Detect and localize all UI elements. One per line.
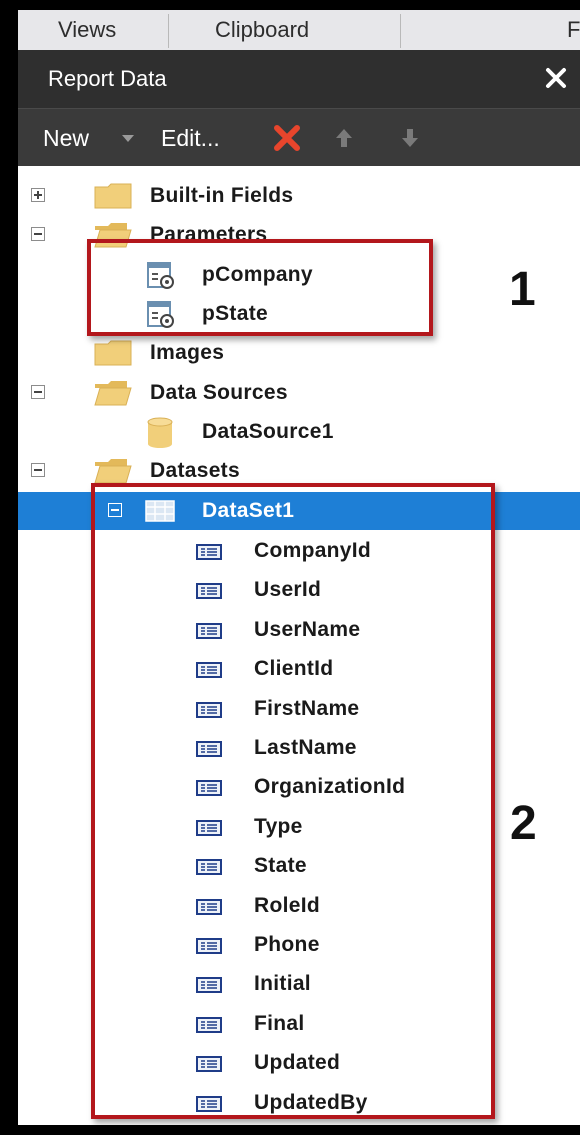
ribbon-tab-clipboard[interactable]: Clipboard <box>215 10 309 50</box>
move-down-icon[interactable] <box>400 127 420 149</box>
annotation-marker-1: 1 <box>509 263 536 316</box>
folder-open-icon <box>94 381 132 406</box>
annotation-box-2 <box>91 483 495 1119</box>
edit-button[interactable]: Edit... <box>161 109 220 167</box>
panel-toolbar: New Edit... <box>18 108 580 167</box>
tree-node-data-sources[interactable]: Data Sources <box>18 374 580 412</box>
tree-node-data-source[interactable]: DataSource1 <box>18 413 580 451</box>
ribbon-divider <box>168 14 169 48</box>
collapse-icon[interactable] <box>31 385 45 399</box>
panel-title: Report Data <box>48 66 167 91</box>
expand-icon[interactable] <box>31 188 45 202</box>
folder-icon <box>94 340 132 366</box>
tree-node-images[interactable]: Images <box>18 334 580 372</box>
ribbon-divider <box>400 14 401 48</box>
annotation-box-1 <box>87 239 433 336</box>
new-button[interactable]: New <box>43 109 89 167</box>
tree-node-label: Data Sources <box>150 381 288 404</box>
delete-icon[interactable] <box>272 123 302 153</box>
collapse-icon[interactable] <box>31 463 45 477</box>
annotation-marker-2: 2 <box>510 797 537 850</box>
folder-icon <box>94 183 132 209</box>
ribbon-tab-partial[interactable]: F <box>567 10 580 50</box>
collapse-icon[interactable] <box>31 227 45 241</box>
tree-node-label: Images <box>150 341 225 364</box>
folder-open-icon <box>94 459 132 484</box>
report-data-tree: Built-in Fields Parameters pCompany pSta… <box>18 166 580 1125</box>
database-icon <box>147 417 173 448</box>
report-data-panel: Views Clipboard F Report Data New Edit..… <box>18 10 580 1125</box>
panel-title-bar: Report Data <box>18 50 580 108</box>
ribbon-tab-views[interactable]: Views <box>58 10 116 50</box>
move-up-icon[interactable] <box>334 127 354 149</box>
app-window: Views Clipboard F Report Data New Edit..… <box>0 0 580 1135</box>
tree-node-label: Built-in Fields <box>150 184 294 207</box>
tree-node-built-in-fields[interactable]: Built-in Fields <box>18 177 580 215</box>
tree-node-label: DataSource1 <box>202 420 334 443</box>
ribbon-tab-strip: Views Clipboard F <box>18 10 580 51</box>
close-icon[interactable] <box>542 58 572 98</box>
new-dropdown-caret-icon[interactable] <box>122 135 134 142</box>
